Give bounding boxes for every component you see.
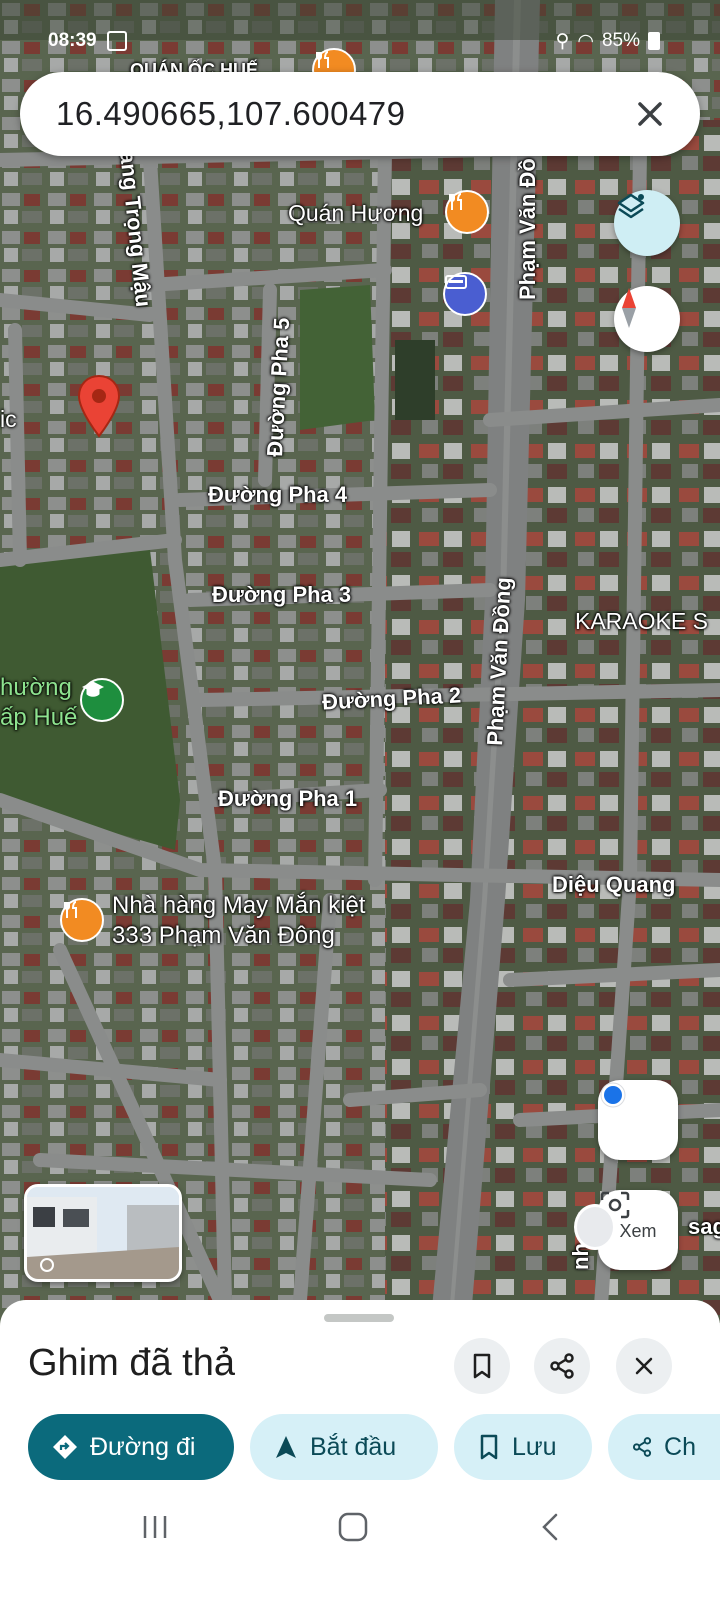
school-poi-icon[interactable]: [80, 678, 124, 722]
search-bar[interactable]: 16.490665,107.600479: [20, 72, 700, 156]
directions-label: Đường đi: [90, 1432, 196, 1461]
my-location-button[interactable]: [598, 1080, 678, 1160]
location-status-icon: ⚲: [555, 30, 570, 52]
notification-icon: [106, 31, 127, 51]
search-query[interactable]: 16.490665,107.600479: [56, 95, 406, 133]
start-button[interactable]: Bắt đầu: [250, 1414, 438, 1480]
place-label-karaoke[interactable]: KARAOKE S: [575, 608, 708, 635]
status-battery: 85%: [601, 30, 640, 51]
status-time: 08:39: [48, 30, 97, 51]
street-label-pha1: Đường Pha 1: [218, 786, 358, 811]
place-label-restaurant-line1[interactable]: Nhà hàng May Mắn kiệt: [112, 892, 365, 920]
street-view-icon: [27, 1187, 179, 1279]
share-chip-button[interactable]: Ch: [608, 1414, 720, 1480]
wifi-icon: ◠: [577, 30, 594, 52]
sheet-title: Ghim đã thả: [28, 1342, 235, 1384]
place-label-school-line2[interactable]: ấp Huế: [0, 704, 77, 732]
street-view-thumbnail[interactable]: [24, 1184, 182, 1282]
place-label-school-line1[interactable]: hường: [0, 674, 72, 702]
street-label-partial-sag: sag: [688, 1214, 720, 1239]
street-label-dieu-quang: Diệu Quang: [552, 872, 676, 897]
place-label-left-partial: ic: [0, 406, 17, 432]
share-label: Ch: [664, 1432, 696, 1461]
map-view[interactable]: Phạm Văn Đồ Phạm Văn Đồng ang Trọng Mậu …: [0, 0, 720, 1330]
street-label-pha3: Đường Pha 3: [212, 582, 352, 607]
restaurant-poi-icon[interactable]: [60, 898, 104, 942]
recent-apps-icon[interactable]: [140, 1512, 170, 1542]
save-bookmark-button[interactable]: [454, 1338, 510, 1394]
layers-icon: [617, 193, 645, 219]
dropped-pin-icon[interactable]: [76, 374, 122, 440]
layers-button[interactable]: [614, 190, 680, 256]
my-location-icon: [600, 1082, 626, 1108]
share-icon: [632, 1437, 652, 1457]
battery-icon: [648, 32, 660, 50]
save-button[interactable]: Lưu: [454, 1414, 592, 1480]
status-bar: 08:39 ⚲ ◠ 85%: [48, 28, 660, 54]
place-label-quan-huong[interactable]: Quán Hương: [288, 200, 423, 227]
navigation-arrow-icon: [276, 1436, 296, 1458]
restaurant-poi-icon[interactable]: [445, 190, 489, 234]
system-nav-bar: [0, 1490, 720, 1600]
lens-label: Xem: [619, 1220, 657, 1241]
close-icon: [635, 1357, 653, 1375]
compass-button[interactable]: [614, 286, 680, 352]
bookmark-icon: [473, 1353, 491, 1379]
place-label-restaurant-line2[interactable]: 333 Phạm Văn Đông: [112, 922, 335, 950]
street-label-pha4: Đường Pha 4: [208, 482, 348, 507]
start-label: Bắt đầu: [310, 1432, 397, 1461]
share-icon: [550, 1353, 574, 1379]
close-sheet-button[interactable]: [616, 1338, 672, 1394]
drag-handle[interactable]: [324, 1314, 394, 1322]
directions-button[interactable]: Đường đi: [28, 1414, 234, 1480]
share-button[interactable]: [534, 1338, 590, 1394]
compass-icon: [622, 288, 636, 328]
directions-icon: [53, 1435, 77, 1459]
partial-map-marker[interactable]: [574, 1204, 616, 1250]
bookmark-icon: [480, 1434, 498, 1460]
atm-poi-icon[interactable]: [443, 272, 487, 316]
save-label: Lưu: [512, 1432, 557, 1461]
home-icon[interactable]: [336, 1510, 370, 1544]
close-icon[interactable]: [630, 94, 670, 134]
street-label-pham-van-dong-top: Phạm Văn Đồ: [515, 158, 540, 300]
back-icon[interactable]: [538, 1512, 562, 1542]
